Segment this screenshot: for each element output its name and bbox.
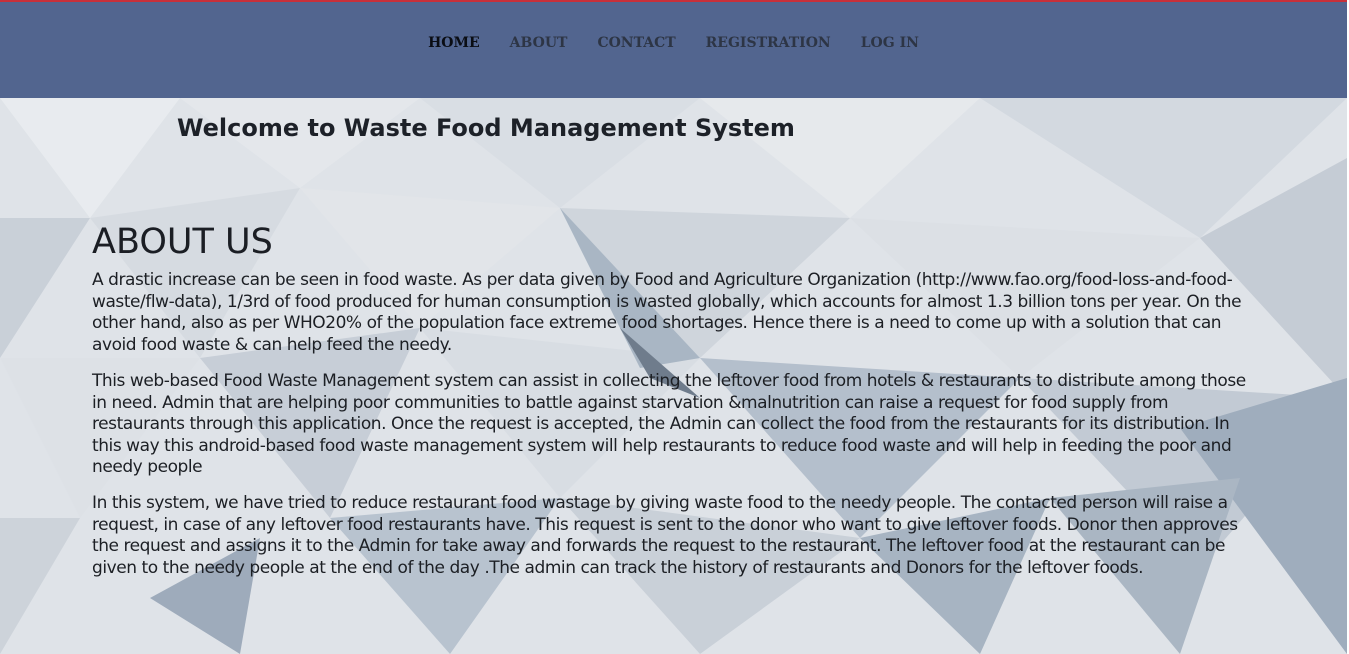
nav-home-link[interactable]: HOME [428,35,480,51]
nav-about-link[interactable]: ABOUT [510,35,568,51]
about-us-heading: ABOUT US [92,222,273,262]
navbar: HOME ABOUT CONTACT REGISTRATION LOG IN [0,2,1347,98]
nav-contact-link[interactable]: CONTACT [597,35,675,51]
welcome-heading: Welcome to Waste Food Management System [177,114,795,142]
nav-links: HOME ABOUT CONTACT REGISTRATION LOG IN [0,35,1347,51]
about-paragraph-3: In this system, we have tried to reduce … [92,493,1238,578]
nav-registration-link[interactable]: REGISTRATION [706,35,831,51]
nav-login-link[interactable]: LOG IN [861,35,919,51]
about-paragraph-1: A drastic increase can be seen in food w… [92,270,1242,355]
about-paragraph-2: This web-based Food Waste Management sys… [92,371,1246,478]
main-content: Welcome to Waste Food Management System … [0,98,1347,654]
